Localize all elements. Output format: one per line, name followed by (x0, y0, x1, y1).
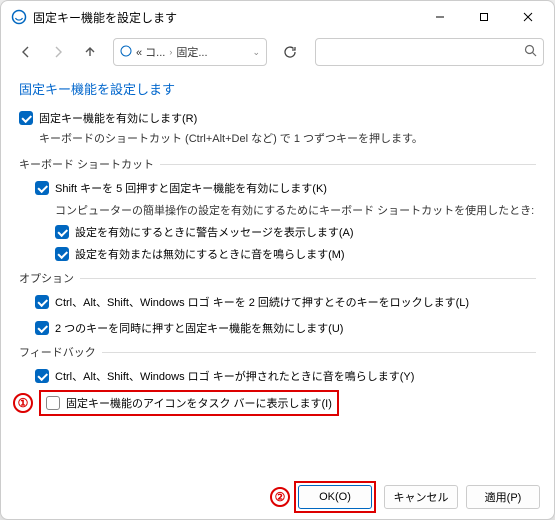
back-button[interactable] (11, 37, 41, 67)
chevron-down-icon[interactable]: ⌄ (252, 47, 260, 58)
enable-row: 固定キー機能を有効にします(R) (19, 110, 536, 126)
window-title: 固定キー機能を設定します (33, 9, 418, 26)
shortcut-row-1: Shift キーを 5 回押すと固定キー機能を有効にします(K) (35, 180, 536, 196)
window-controls (418, 2, 550, 32)
shortcut-checkbox-1[interactable] (35, 181, 49, 195)
app-icon (11, 9, 27, 25)
settings-window: 固定キー機能を設定します « コ... › 固定... ⌄ 固定キー機能を設定し… (0, 0, 555, 520)
address-bar[interactable]: « コ... › 固定... ⌄ (113, 38, 267, 66)
option-checkbox-2[interactable] (35, 321, 49, 335)
feedback-label-2: 固定キー機能のアイコンをタスク バーに表示します(I) (66, 395, 332, 411)
option-checkbox-1[interactable] (35, 295, 49, 309)
maximize-button[interactable] (462, 2, 506, 32)
group-option-header: オプション (19, 270, 536, 286)
shortcut-row-2: 設定を有効にするときに警告メッセージを表示します(A) (55, 224, 536, 240)
divider (80, 278, 536, 279)
shortcut-label-1: Shift キーを 5 回押すと固定キー機能を有効にします(K) (55, 180, 327, 196)
content-area: 固定キー機能を設定します 固定キー機能を有効にします(R) キーボードのショート… (1, 71, 554, 475)
apply-button[interactable]: 適用(P) (466, 485, 540, 509)
feedback-row-1: Ctrl、Alt、Shift、Windows ロゴ キーが押されたときに音を鳴ら… (35, 368, 536, 384)
search-input[interactable] (315, 38, 544, 66)
callout-2-badge: ② (270, 487, 290, 507)
shortcut-label-3: 設定を有効または無効にするときに音を鳴らします(M) (75, 246, 345, 262)
minimize-button[interactable] (418, 2, 462, 32)
chevron-right-icon: › (169, 47, 172, 57)
ok-button[interactable]: OK(O) (298, 485, 372, 509)
enable-label: 固定キー機能を有効にします(R) (39, 110, 197, 126)
divider (102, 352, 536, 353)
breadcrumb-seg1[interactable]: « コ... (136, 44, 165, 60)
feedback-checkbox-2[interactable] (46, 396, 60, 410)
option-row-2: 2 つのキーを同時に押すと固定キー機能を無効にします(U) (35, 320, 536, 336)
group-feedback-title: フィードバック (19, 344, 96, 360)
navbar: « コ... › 固定... ⌄ (1, 33, 554, 71)
enable-description: キーボードのショートカット (Ctrl+Alt+Del など) で 1 つずつキ… (39, 130, 536, 146)
shortcut-checkbox-2[interactable] (55, 225, 69, 239)
option-label-1: Ctrl、Alt、Shift、Windows ロゴ キーを 2 回続けて押すとそ… (55, 294, 469, 310)
enable-checkbox[interactable] (19, 111, 33, 125)
callout-1-wrap: ① 固定キー機能のアイコンをタスク バーに表示します(I) (13, 390, 536, 416)
shortcut-checkbox-3[interactable] (55, 247, 69, 261)
shortcut-desc-1: コンピューターの簡単操作の設定を有効にするためにキーボード ショートカットを使用… (55, 202, 536, 218)
feedback-label-1: Ctrl、Alt、Shift、Windows ロゴ キーが押されたときに音を鳴ら… (55, 368, 414, 384)
group-feedback: フィードバック Ctrl、Alt、Shift、Windows ロゴ キーが押され… (19, 344, 536, 416)
up-button[interactable] (75, 37, 105, 67)
callout-2-wrap: ② OK(O) (270, 481, 376, 513)
search-icon (524, 44, 537, 60)
shortcut-row-3: 設定を有効または無効にするときに音を鳴らします(M) (55, 246, 536, 262)
group-feedback-header: フィードバック (19, 344, 536, 360)
titlebar: 固定キー機能を設定します (1, 1, 554, 33)
divider (160, 164, 536, 165)
callout-1-box: 固定キー機能のアイコンをタスク バーに表示します(I) (39, 390, 339, 416)
group-shortcut-header: キーボード ショートカット (19, 156, 536, 172)
shortcut-label-2: 設定を有効にするときに警告メッセージを表示します(A) (75, 224, 354, 240)
option-label-2: 2 つのキーを同時に押すと固定キー機能を無効にします(U) (55, 320, 343, 336)
close-button[interactable] (506, 2, 550, 32)
cancel-button[interactable]: キャンセル (384, 485, 458, 509)
group-shortcut-title: キーボード ショートカット (19, 156, 154, 172)
group-shortcut: キーボード ショートカット Shift キーを 5 回押すと固定キー機能を有効に… (19, 156, 536, 262)
option-row-1: Ctrl、Alt、Shift、Windows ロゴ キーを 2 回続けて押すとそ… (35, 294, 536, 310)
footer: ② OK(O) キャンセル 適用(P) (1, 475, 554, 519)
group-option: オプション Ctrl、Alt、Shift、Windows ロゴ キーを 2 回続… (19, 270, 536, 336)
group-option-title: オプション (19, 270, 74, 286)
refresh-button[interactable] (275, 38, 305, 66)
breadcrumb-icon (120, 45, 132, 60)
callout-2-box: OK(O) (294, 481, 376, 513)
feedback-checkbox-1[interactable] (35, 369, 49, 383)
page-title: 固定キー機能を設定します (19, 79, 536, 98)
forward-button[interactable] (43, 37, 73, 67)
breadcrumb-seg2[interactable]: 固定... (176, 44, 207, 60)
callout-1-badge: ① (13, 393, 33, 413)
